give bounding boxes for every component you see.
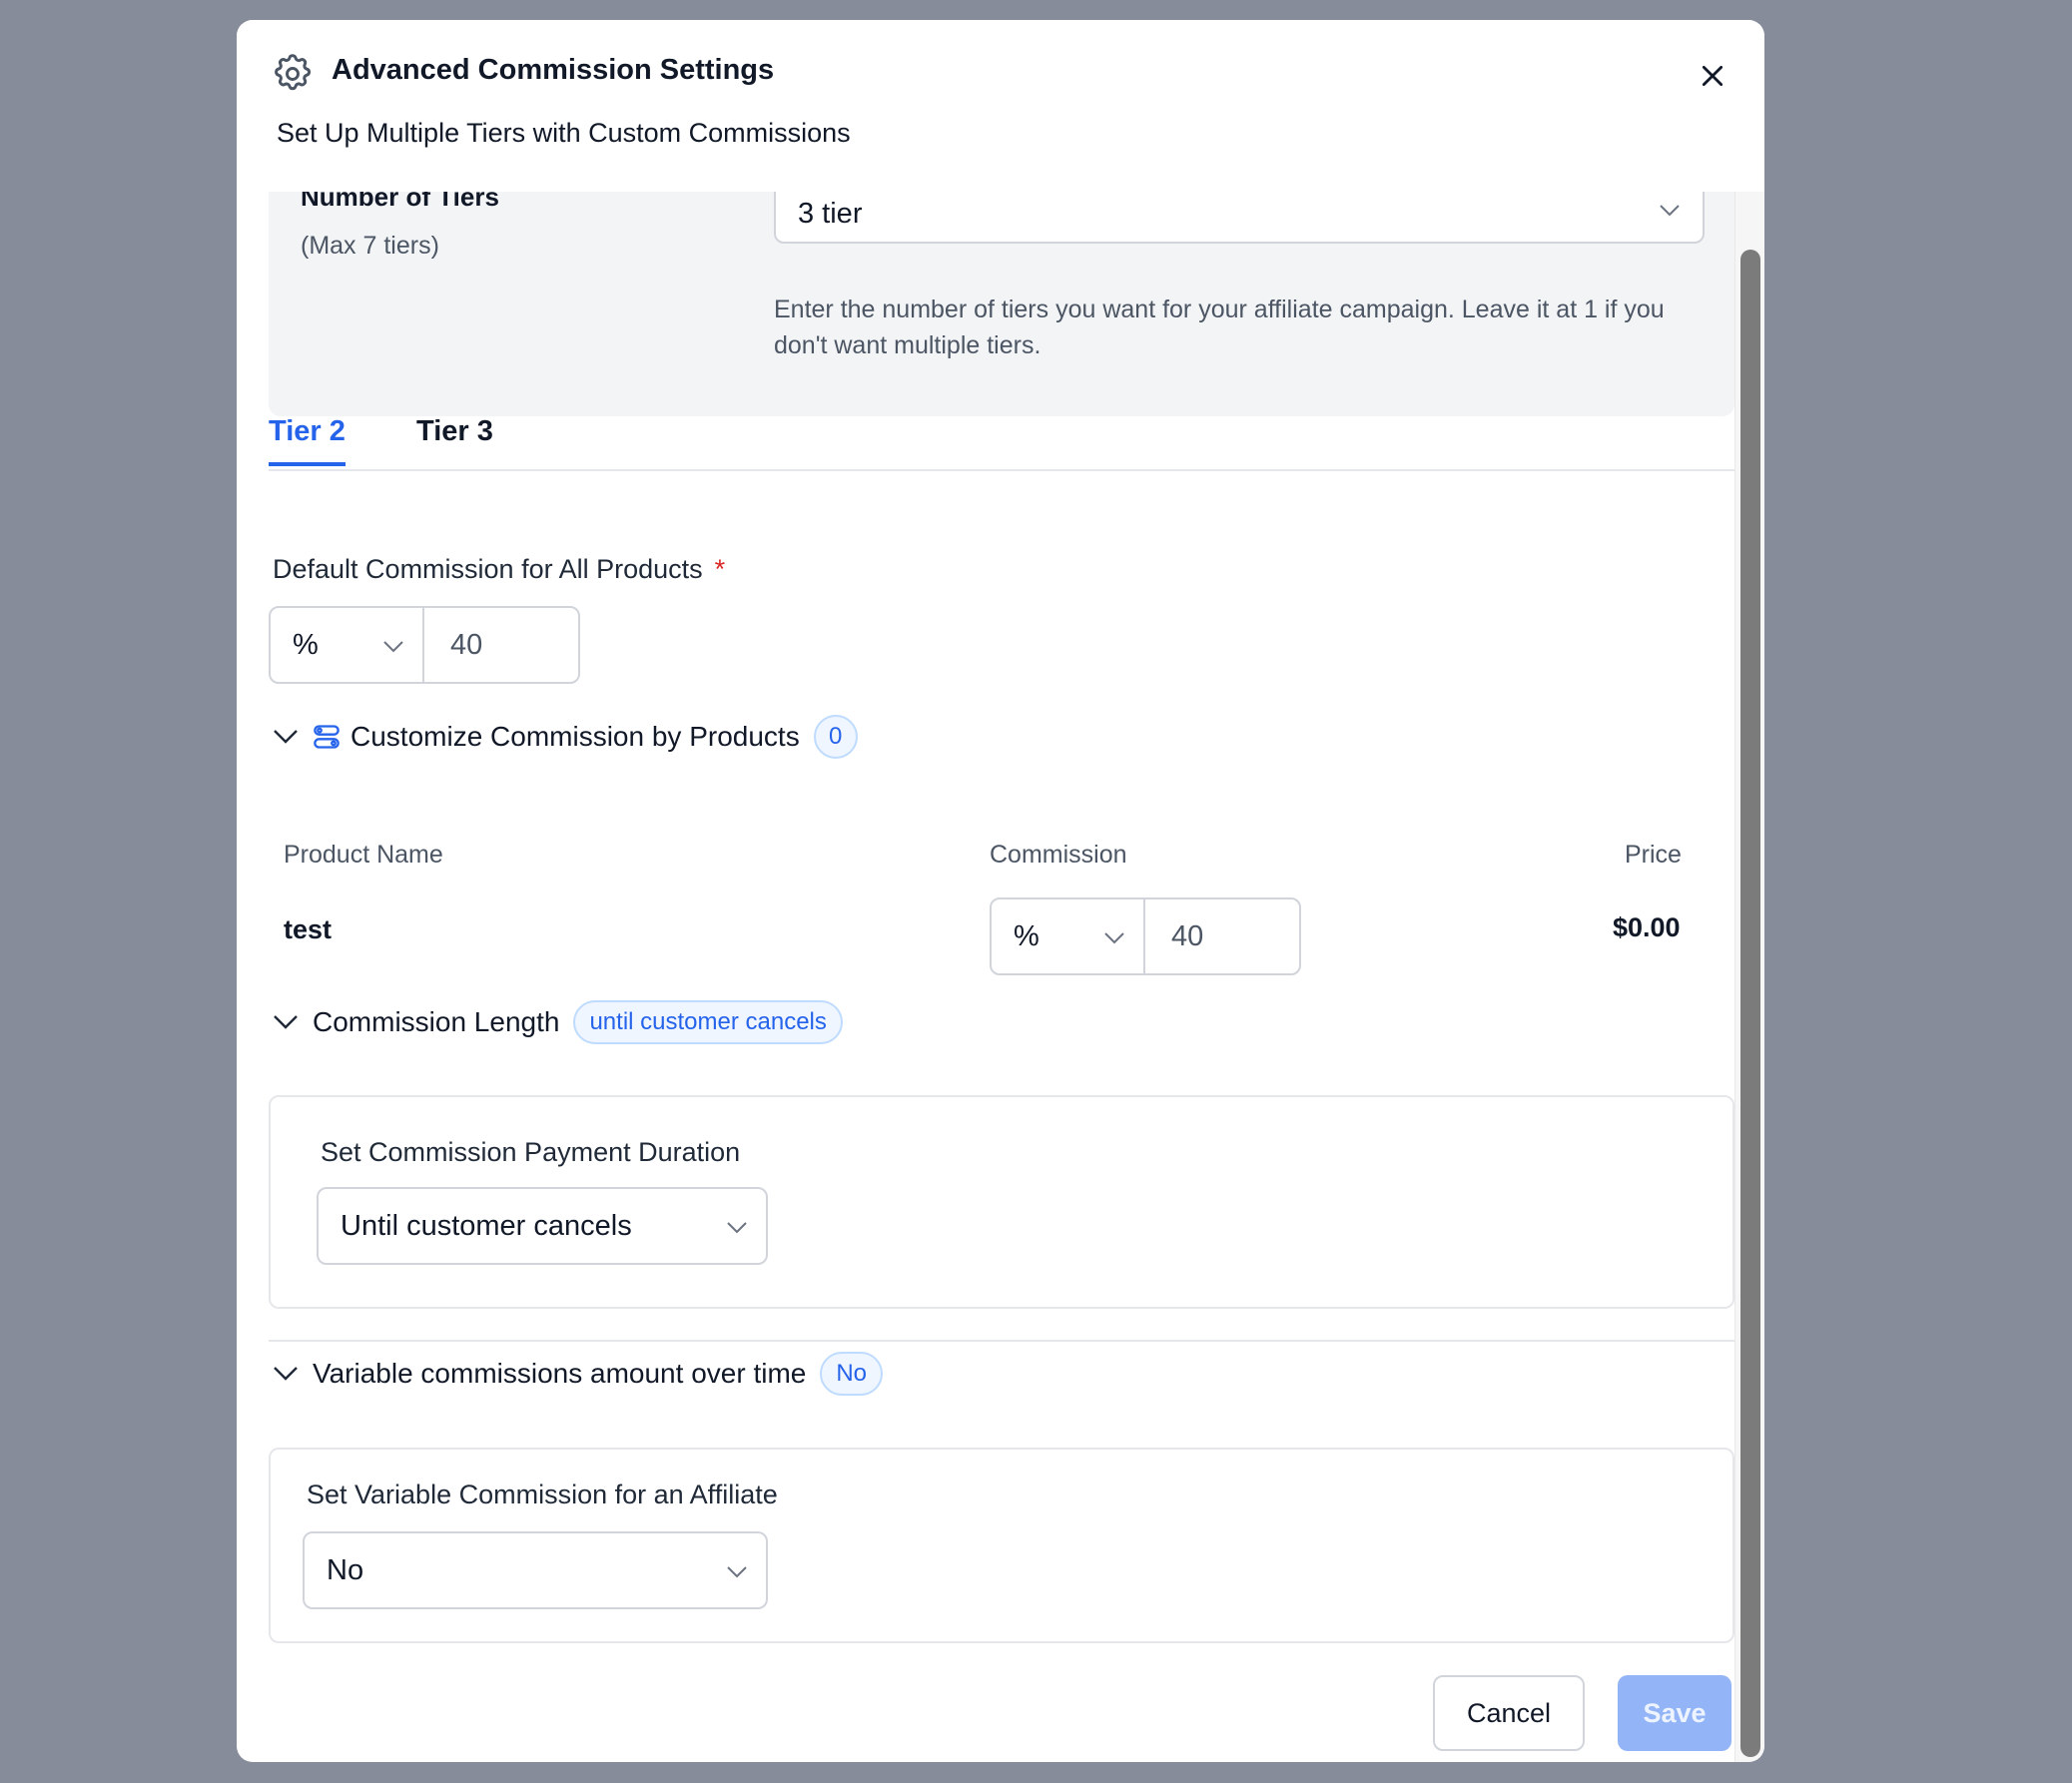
commission-length-title: Commission Length bbox=[313, 1006, 560, 1037]
chevron-down-icon bbox=[383, 641, 403, 653]
chevron-down-icon bbox=[274, 1367, 298, 1381]
tier-count-select[interactable]: 3 tier bbox=[774, 192, 1705, 244]
chevron-down-icon bbox=[727, 1566, 747, 1578]
tier-count-help: Enter the number of tiers you want for y… bbox=[774, 296, 1665, 359]
save-button[interactable]: Save bbox=[1618, 1675, 1731, 1751]
variable-commission-select[interactable]: No bbox=[303, 1531, 768, 1609]
tab-tier-3[interactable]: Tier 3 bbox=[416, 415, 493, 462]
product-count-badge: 0 bbox=[813, 715, 858, 759]
products-icon bbox=[313, 723, 341, 751]
modal-title: Advanced Commission Settings bbox=[332, 54, 775, 86]
chevron-down-icon bbox=[1660, 205, 1680, 217]
payment-duration-value: Until customer cancels bbox=[341, 1209, 632, 1242]
modal-header: Advanced Commission Settings Set Up Mult… bbox=[237, 20, 1764, 192]
column-commission: Commission bbox=[990, 841, 1127, 869]
product-price-cell: $0.00 bbox=[1613, 912, 1681, 942]
close-icon bbox=[1700, 63, 1726, 94]
payment-duration-select[interactable]: Until customer cancels bbox=[317, 1187, 768, 1265]
tier-count-label: Number of Tiers bbox=[301, 192, 499, 208]
product-name-cell: test bbox=[284, 914, 333, 944]
default-commission-label: Default Commission for All Products * bbox=[273, 554, 725, 585]
tab-tier-2[interactable]: Tier 2 bbox=[269, 415, 345, 466]
product-commission-value-input[interactable]: 40 bbox=[1145, 899, 1299, 973]
customize-products-title: Customize Commission by Products bbox=[350, 721, 800, 752]
gear-icon bbox=[271, 52, 315, 96]
tier-count-sublabel: (Max 7 tiers) bbox=[301, 232, 439, 260]
modal-body: Number of Tiers (Max 7 tiers) 3 tier Ent… bbox=[237, 192, 1734, 1762]
product-commission-type-select[interactable]: % bbox=[992, 899, 1145, 973]
variable-commission-label: Set Variable Commission for an Affiliate bbox=[307, 1480, 778, 1509]
default-commission-type-select[interactable]: % bbox=[271, 608, 424, 682]
chevron-down-icon bbox=[727, 1222, 747, 1234]
product-commission-input-group: % 40 bbox=[990, 897, 1301, 975]
commission-type-value: % bbox=[293, 628, 319, 661]
variable-commission-card: Set Variable Commission for an Affiliate… bbox=[269, 1448, 1734, 1643]
chevron-down-icon bbox=[274, 730, 298, 744]
variable-commission-toggle[interactable]: Variable commissions amount over time No bbox=[273, 1352, 884, 1396]
commission-type-value: % bbox=[1014, 919, 1039, 952]
variable-commission-title: Variable commissions amount over time bbox=[313, 1358, 807, 1389]
scrollbar-thumb[interactable] bbox=[1740, 250, 1760, 1757]
column-product-name: Product Name bbox=[284, 841, 443, 869]
variable-commission-badge: No bbox=[820, 1352, 884, 1396]
default-commission-label-text: Default Commission for All Products bbox=[273, 554, 703, 584]
commission-settings-modal: Advanced Commission Settings Set Up Mult… bbox=[237, 20, 1764, 1762]
customize-products-toggle[interactable]: Customize Commission by Products 0 bbox=[273, 715, 858, 759]
payment-duration-label: Set Commission Payment Duration bbox=[321, 1137, 741, 1167]
section-divider bbox=[269, 1340, 1734, 1342]
commission-length-card: Set Commission Payment Duration Until cu… bbox=[269, 1095, 1734, 1309]
variable-commission-value: No bbox=[327, 1553, 364, 1586]
cancel-button[interactable]: Cancel bbox=[1433, 1675, 1585, 1751]
default-commission-input-group: % 40 bbox=[269, 606, 580, 684]
close-button[interactable] bbox=[1691, 56, 1734, 100]
default-commission-value-input[interactable]: 40 bbox=[424, 608, 578, 682]
column-price: Price bbox=[1625, 841, 1682, 869]
commission-length-badge: until customer cancels bbox=[573, 1000, 843, 1044]
modal-subtitle: Set Up Multiple Tiers with Custom Commis… bbox=[277, 118, 851, 148]
required-mark: * bbox=[714, 554, 726, 584]
chevron-down-icon bbox=[1104, 932, 1124, 944]
commission-length-toggle[interactable]: Commission Length until customer cancels bbox=[273, 1000, 843, 1044]
tier-count-value: 3 tier bbox=[798, 197, 863, 230]
chevron-down-icon bbox=[274, 1015, 298, 1029]
tier-tabs: Tier 2 Tier 3 bbox=[269, 415, 1734, 471]
